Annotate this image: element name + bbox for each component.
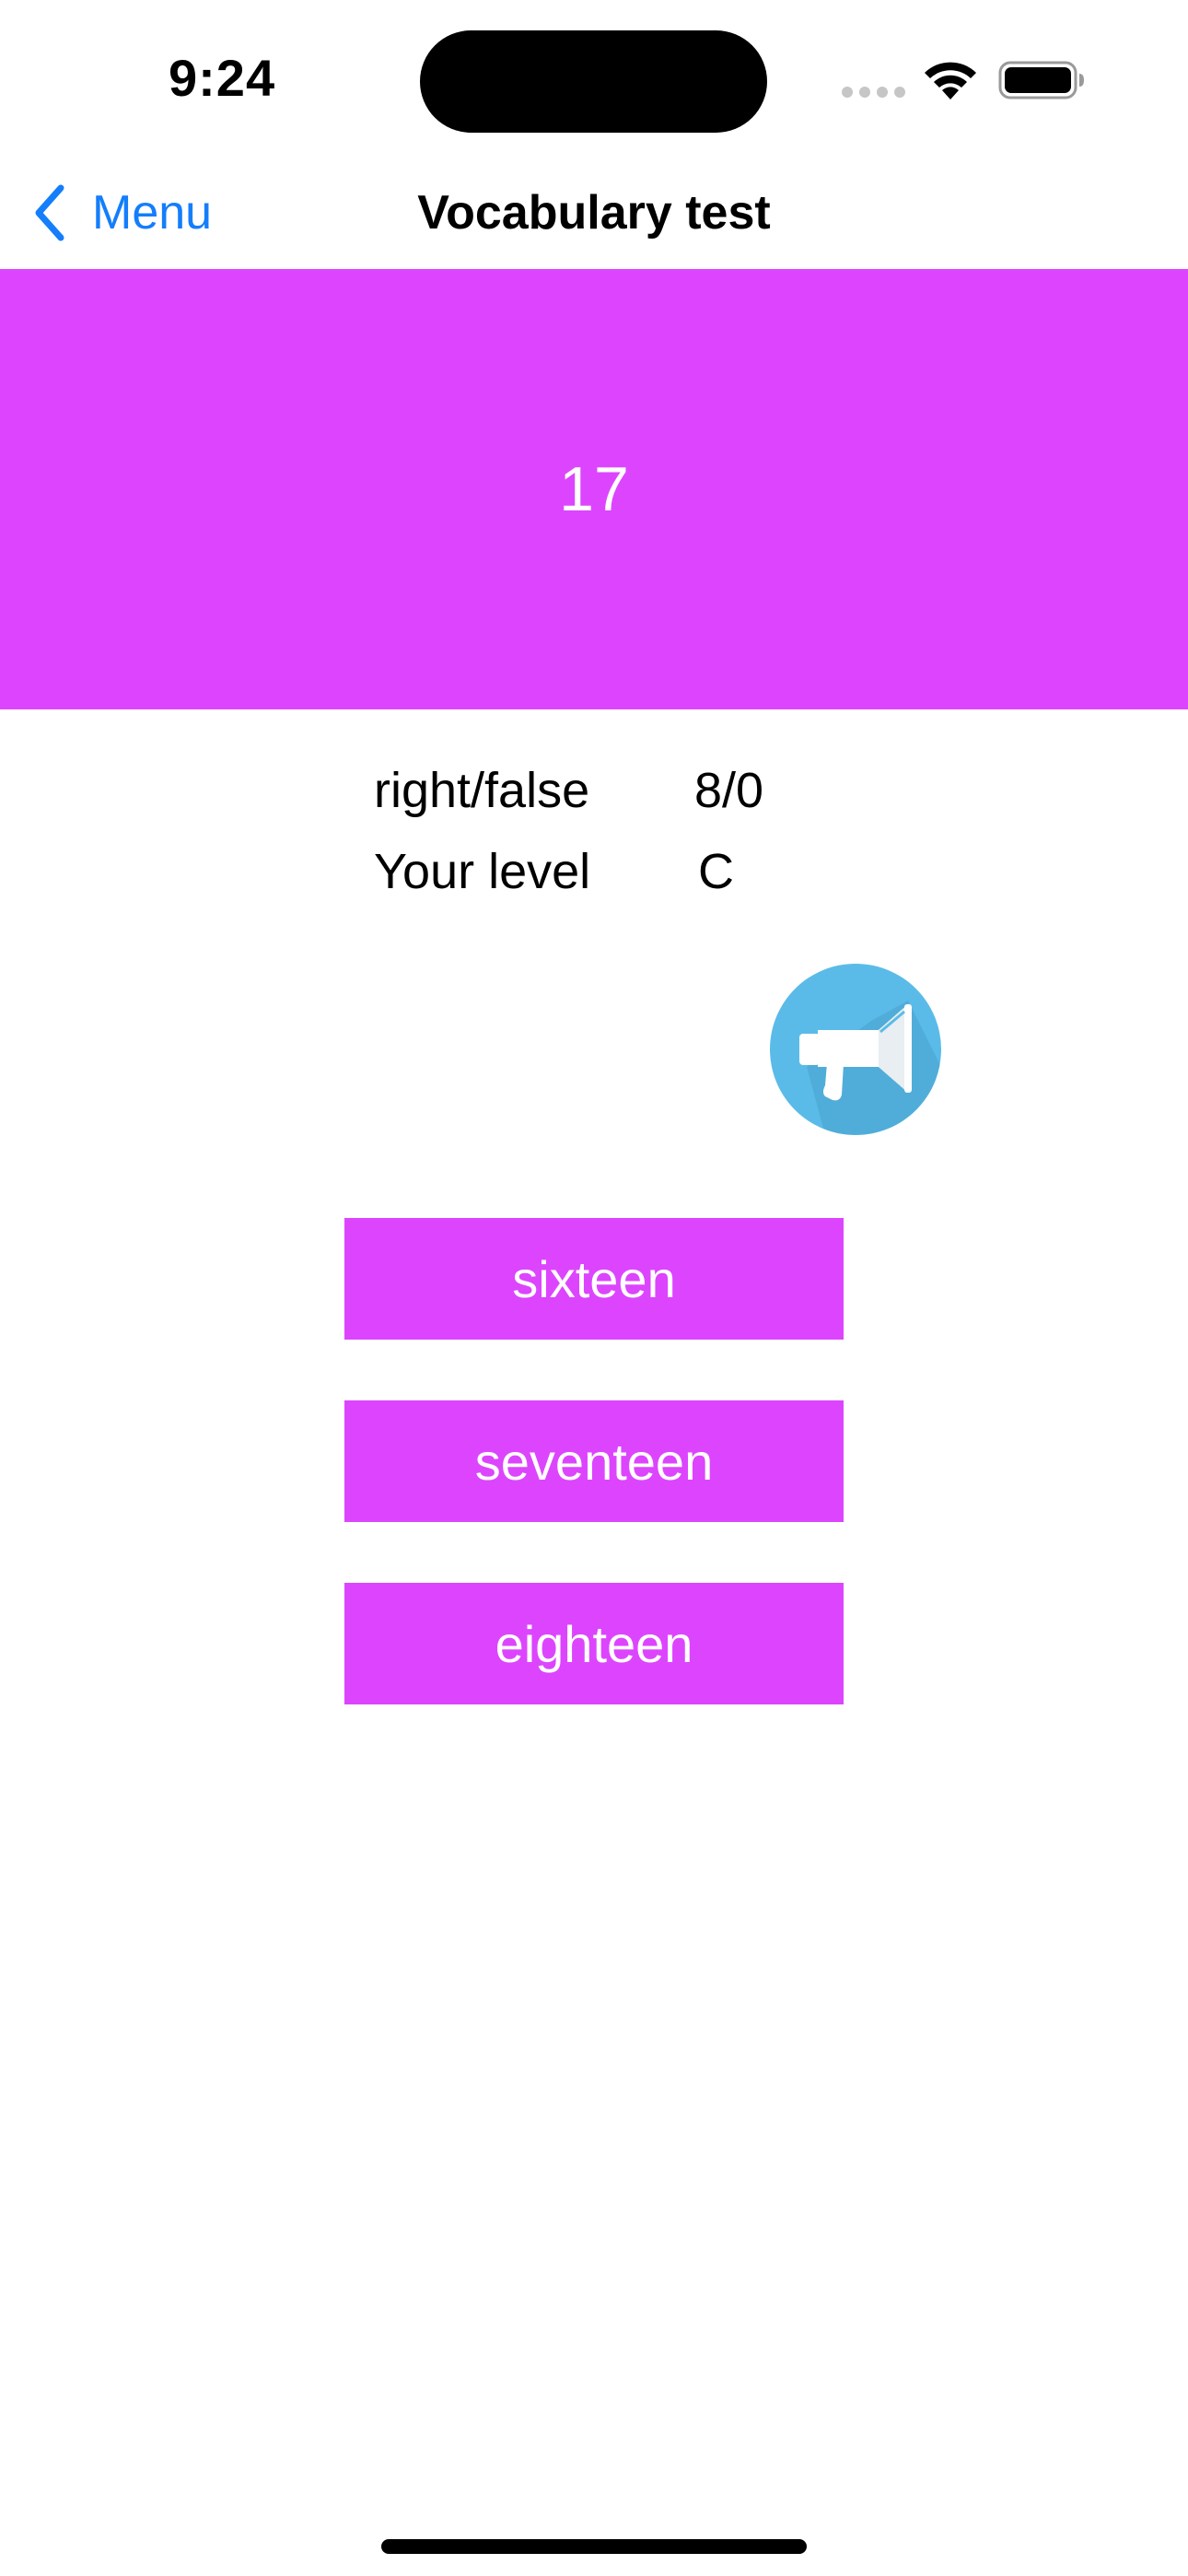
stats-panel: right/false 8/0 Your level C bbox=[374, 755, 926, 918]
status-bar: 9:24 bbox=[0, 0, 1188, 157]
level-label: Your level bbox=[374, 844, 591, 899]
score-row: right/false 8/0 bbox=[374, 755, 926, 837]
answer-button-3[interactable]: eighteen bbox=[344, 1583, 844, 1704]
prompt-banner: 17 bbox=[0, 269, 1188, 709]
navigation-bar: Menu Vocabulary test bbox=[0, 157, 1188, 269]
score-value: 8/0 bbox=[694, 763, 764, 818]
level-row: Your level C bbox=[374, 837, 926, 918]
speak-button[interactable] bbox=[770, 964, 941, 1135]
home-indicator[interactable] bbox=[381, 2539, 807, 2554]
wifi-icon bbox=[925, 62, 976, 100]
prompt-word: 17 bbox=[559, 454, 629, 524]
megaphone-icon bbox=[799, 1001, 941, 1135]
level-value: C bbox=[698, 844, 734, 899]
page-title: Vocabulary test bbox=[417, 186, 771, 240]
score-label: right/false bbox=[374, 763, 590, 818]
status-time: 9:24 bbox=[169, 49, 276, 107]
answer-button-1[interactable]: sixteen bbox=[344, 1218, 844, 1340]
battery-icon bbox=[998, 61, 1084, 100]
answer-button-2[interactable]: seventeen bbox=[344, 1400, 844, 1522]
dynamic-island bbox=[420, 30, 767, 133]
cellular-signal-icon bbox=[842, 87, 906, 98]
